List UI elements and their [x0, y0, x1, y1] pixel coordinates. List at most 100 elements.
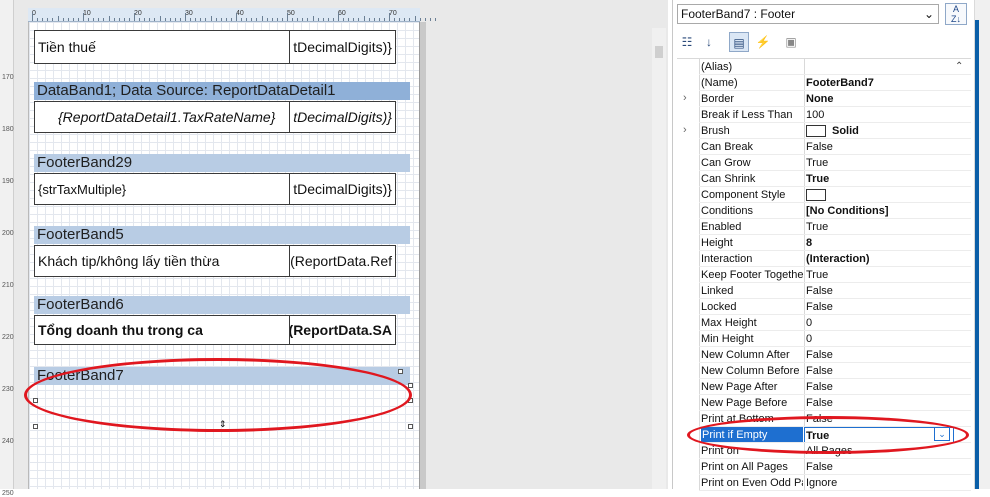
scroll-thumb[interactable]: [655, 46, 663, 58]
property-name[interactable]: Height: [701, 235, 803, 251]
property-row[interactable]: New Column Before False: [677, 363, 971, 379]
property-value[interactable]: False: [804, 379, 954, 395]
property-value[interactable]: (Interaction): [804, 251, 954, 267]
resize-handle[interactable]: [398, 369, 403, 374]
property-row[interactable]: Locked False: [677, 299, 971, 315]
property-name[interactable]: Min Height: [701, 331, 803, 347]
property-value[interactable]: False: [804, 363, 954, 379]
band-body-tax[interactable]: Tiền thuế tDecimalDigits)}: [34, 30, 396, 64]
property-name[interactable]: Can Shrink: [701, 171, 803, 187]
property-value[interactable]: False: [804, 347, 954, 363]
properties-icon[interactable]: ▤: [729, 32, 749, 52]
expand-icon[interactable]: ›: [683, 92, 693, 104]
property-row[interactable]: New Page Before False: [677, 395, 971, 411]
property-name[interactable]: Print on All Pages: [701, 459, 803, 475]
band-header-footerband29[interactable]: FooterBand29: [34, 154, 410, 172]
property-value[interactable]: [804, 59, 954, 75]
property-value[interactable]: 0: [804, 315, 954, 331]
property-name[interactable]: New Page Before: [701, 395, 803, 411]
property-row[interactable]: Can Break False: [677, 139, 971, 155]
band-header-footerband6[interactable]: FooterBand6: [34, 296, 410, 314]
property-name[interactable]: New Column After: [701, 347, 803, 363]
events-icon[interactable]: ⚡: [753, 32, 773, 52]
text-component[interactable]: tDecimalDigits)}: [289, 31, 395, 63]
property-row[interactable]: Component Style: [677, 187, 971, 203]
band-body-footerband5[interactable]: Khách tip/không lấy tiền thừa (ReportDat…: [34, 245, 396, 277]
property-row[interactable]: New Page After False: [677, 379, 971, 395]
property-value[interactable]: [No Conditions]: [804, 203, 954, 219]
designer-scrollbar[interactable]: [652, 28, 666, 489]
property-row[interactable]: Max Height 0: [677, 315, 971, 331]
property-value[interactable]: False: [804, 283, 954, 299]
property-row[interactable]: Break if Less Than 100: [677, 107, 971, 123]
property-row[interactable]: Linked False: [677, 283, 971, 299]
property-value[interactable]: 8: [804, 235, 954, 251]
property-value[interactable]: 0: [804, 331, 954, 347]
text-component[interactable]: Tiền thuế: [35, 31, 289, 63]
property-name[interactable]: Linked: [701, 283, 803, 299]
chevron-down-icon[interactable]: ⌄: [934, 427, 950, 441]
property-row[interactable]: Min Height 0: [677, 331, 971, 347]
resize-handle[interactable]: [408, 424, 413, 429]
property-value[interactable]: True: [804, 219, 954, 235]
property-row[interactable]: Conditions [No Conditions]: [677, 203, 971, 219]
sort-az-icon[interactable]: A Z↓: [945, 3, 967, 25]
expand-icon[interactable]: ›: [683, 124, 693, 136]
text-component[interactable]: (ReportData.Ref: [289, 246, 395, 276]
categorized-icon[interactable]: ☷: [677, 32, 697, 52]
property-name[interactable]: New Page After: [701, 379, 803, 395]
property-value[interactable]: FooterBand7: [804, 75, 954, 91]
property-value[interactable]: False: [804, 299, 954, 315]
text-component[interactable]: {strTaxMultiple}: [35, 174, 289, 204]
property-row[interactable]: (Alias): [677, 59, 971, 75]
property-row[interactable]: Interaction (Interaction): [677, 251, 971, 267]
property-name[interactable]: Enabled: [701, 219, 803, 235]
property-value[interactable]: False: [804, 139, 954, 155]
property-row[interactable]: Can Shrink True: [677, 171, 971, 187]
property-name[interactable]: Conditions: [701, 203, 803, 219]
property-row[interactable]: Can Grow True: [677, 155, 971, 171]
property-name[interactable]: Component Style: [701, 187, 803, 203]
property-row[interactable]: › Border None: [677, 91, 971, 107]
property-pages-icon[interactable]: ▣: [781, 32, 801, 52]
property-value[interactable]: 100: [804, 107, 954, 123]
property-row[interactable]: Print on All Pages False: [677, 459, 971, 475]
property-value[interactable]: None: [804, 91, 954, 107]
text-component[interactable]: Khách tip/không lấy tiền thừa: [35, 246, 289, 276]
band-body-footerband6[interactable]: Tổng doanh thu trong ca (ReportData.SA: [34, 315, 396, 345]
resize-handle[interactable]: [408, 383, 413, 388]
property-value[interactable]: Solid: [804, 123, 954, 139]
alphabetical-icon[interactable]: ↓: [699, 32, 719, 52]
property-row[interactable]: Height 8: [677, 235, 971, 251]
property-name[interactable]: Can Grow: [701, 155, 803, 171]
property-row[interactable]: (Name) FooterBand7: [677, 75, 971, 91]
text-component[interactable]: Tổng doanh thu trong ca: [35, 316, 289, 344]
band-header-databand1[interactable]: DataBand1; Data Source: ReportDataDetail…: [34, 82, 410, 100]
property-row[interactable]: New Column After False: [677, 347, 971, 363]
object-selector[interactable]: FooterBand7 : Footer ⌄: [677, 4, 939, 24]
property-name[interactable]: (Alias): [701, 59, 803, 75]
property-name[interactable]: Break if Less Than: [701, 107, 803, 123]
property-name[interactable]: Keep Footer Togethe: [701, 267, 803, 283]
property-name[interactable]: Locked: [701, 299, 803, 315]
property-name[interactable]: New Column Before: [701, 363, 803, 379]
property-row[interactable]: Keep Footer Togethe True: [677, 267, 971, 283]
chevron-down-icon[interactable]: ⌄: [924, 5, 934, 23]
property-name[interactable]: Can Break: [701, 139, 803, 155]
band-body-databand1[interactable]: {ReportDataDetail1.TaxRateName} tDecimal…: [34, 101, 396, 133]
band-body-footerband29[interactable]: {strTaxMultiple} tDecimalDigits)}: [34, 173, 396, 205]
band-header-footerband5[interactable]: FooterBand5: [34, 226, 410, 244]
property-value[interactable]: False: [804, 459, 954, 475]
property-value[interactable]: True: [804, 155, 954, 171]
property-value[interactable]: False: [804, 395, 954, 411]
property-value[interactable]: True: [804, 171, 954, 187]
text-component[interactable]: tDecimalDigits)}: [289, 102, 395, 132]
property-name[interactable]: Border: [701, 91, 803, 107]
property-value[interactable]: True: [804, 267, 954, 283]
text-component[interactable]: tDecimalDigits)}: [289, 174, 395, 204]
text-component[interactable]: (ReportData.SA: [289, 316, 395, 344]
property-value[interactable]: [804, 187, 954, 203]
resize-handle[interactable]: [33, 424, 38, 429]
property-name[interactable]: Brush: [701, 123, 803, 139]
property-name[interactable]: (Name): [701, 75, 803, 91]
